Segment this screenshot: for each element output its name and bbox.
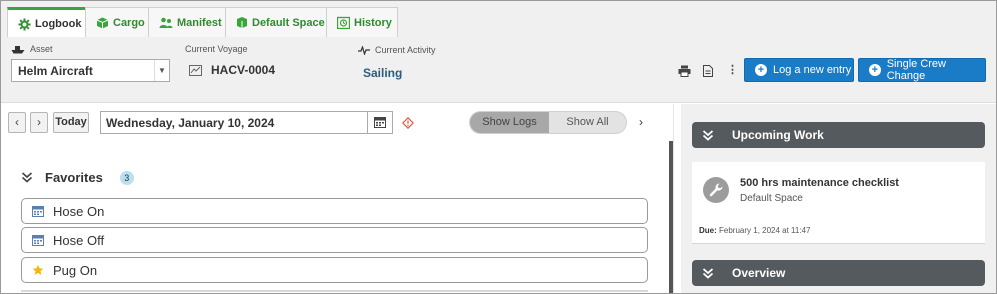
forward-arrow-button[interactable]: ›	[639, 115, 643, 129]
tab-logbook-label: Logbook	[35, 18, 82, 30]
asset-label: Asset	[11, 44, 53, 54]
logbook-header: Asset Helm Aircraft ▼ Current Voyage HAC…	[1, 37, 996, 103]
plus-icon: +	[869, 64, 881, 76]
tab-history-label: History	[354, 16, 392, 29]
pulse-icon	[358, 45, 370, 55]
plus-icon: +	[755, 64, 767, 76]
wrench-icon	[703, 177, 729, 203]
calendar-icon	[32, 205, 44, 217]
tab-cargo[interactable]: Cargo	[85, 7, 149, 37]
upcoming-work-title: Upcoming Work	[732, 128, 824, 142]
tab-history[interactable]: History	[326, 7, 398, 37]
log-new-entry-button[interactable]: + Log a new entry	[744, 58, 854, 82]
panel-divider	[673, 104, 674, 293]
chevron-down-icon[interactable]: ▼	[154, 60, 169, 81]
log-filter-toggle: Show Logs Show All	[469, 111, 627, 134]
date-navigation-bar: ‹ › Today Wednesday, January 10, 2024 Sh…	[1, 104, 673, 144]
print-icon[interactable]	[678, 65, 691, 80]
work-item-title: 500 hrs maintenance checklist	[740, 177, 899, 189]
work-item-due: Due: February 1, 2024 at 11:47	[699, 226, 811, 235]
date-input[interactable]: Wednesday, January 10, 2024	[100, 111, 368, 134]
calendar-icon	[374, 117, 386, 128]
next-day-button[interactable]: ›	[30, 112, 48, 133]
star-icon	[32, 264, 44, 276]
tab-logbook[interactable]: Logbook	[7, 7, 86, 38]
cargo-icon	[96, 17, 109, 28]
asset-select-value: Helm Aircraft	[18, 64, 93, 78]
favorite-item-label: Hose On	[53, 203, 105, 219]
history-icon	[337, 16, 350, 29]
double-chevron-down-icon	[21, 172, 33, 183]
single-crew-change-button[interactable]: + Single Crew Change	[858, 58, 986, 82]
favorites-count-badge: 3	[119, 170, 134, 185]
tab-default-space[interactable]: Default Space	[225, 7, 327, 37]
activity-value: Sailing	[363, 66, 403, 80]
favorite-item-label: Hose Off	[53, 232, 105, 248]
voyage-value: HACV-0004	[189, 63, 275, 77]
show-logs-option[interactable]: Show Logs	[470, 112, 549, 133]
voyage-label: Current Voyage	[185, 44, 248, 54]
warning-icon[interactable]	[401, 116, 415, 132]
manifest-people-icon	[159, 17, 173, 28]
previous-day-button[interactable]: ‹	[8, 112, 26, 133]
map-icon	[189, 64, 202, 76]
calendar-icon	[32, 234, 44, 246]
overview-title: Overview	[732, 266, 786, 280]
favorite-item-label: Pug On	[53, 262, 98, 278]
tab-cargo-label: Cargo	[113, 16, 145, 29]
activity-label: Current Activity	[358, 45, 436, 55]
double-chevron-down-icon	[702, 267, 714, 279]
favorite-item[interactable]: Pug On	[21, 257, 648, 283]
favorite-item[interactable]: Hose On	[21, 198, 648, 224]
favorites-title: Favorites	[45, 170, 103, 185]
tab-manifest[interactable]: Manifest	[148, 7, 226, 37]
asset-select[interactable]: Helm Aircraft ▼	[11, 59, 170, 82]
work-item-space: Default Space	[740, 193, 803, 204]
tab-default-space-label: Default Space	[252, 16, 325, 29]
tab-bar: Logbook Cargo Manifest Default Space His…	[1, 1, 996, 38]
upcoming-work-header[interactable]: Upcoming Work	[692, 122, 985, 148]
app-window: Logbook Cargo Manifest Default Space His…	[0, 0, 997, 294]
more-options-icon[interactable]: ⋮	[727, 63, 738, 76]
logbook-gear-icon	[18, 18, 31, 30]
favorites-header[interactable]: Favorites 3	[21, 170, 134, 185]
double-chevron-down-icon	[702, 129, 714, 141]
ship-icon	[11, 45, 25, 53]
document-icon[interactable]	[703, 65, 713, 80]
favorite-item[interactable]: Hose Off	[21, 227, 648, 253]
calendar-picker-button[interactable]	[368, 111, 393, 134]
today-button[interactable]: Today	[53, 112, 89, 133]
overview-header[interactable]: Overview	[692, 260, 985, 286]
divider	[21, 290, 648, 292]
tab-manifest-label: Manifest	[177, 16, 222, 29]
show-all-option[interactable]: Show All	[549, 112, 626, 133]
default-space-icon	[237, 17, 247, 28]
work-item-card[interactable]: 500 hrs maintenance checklist Default Sp…	[692, 162, 985, 244]
